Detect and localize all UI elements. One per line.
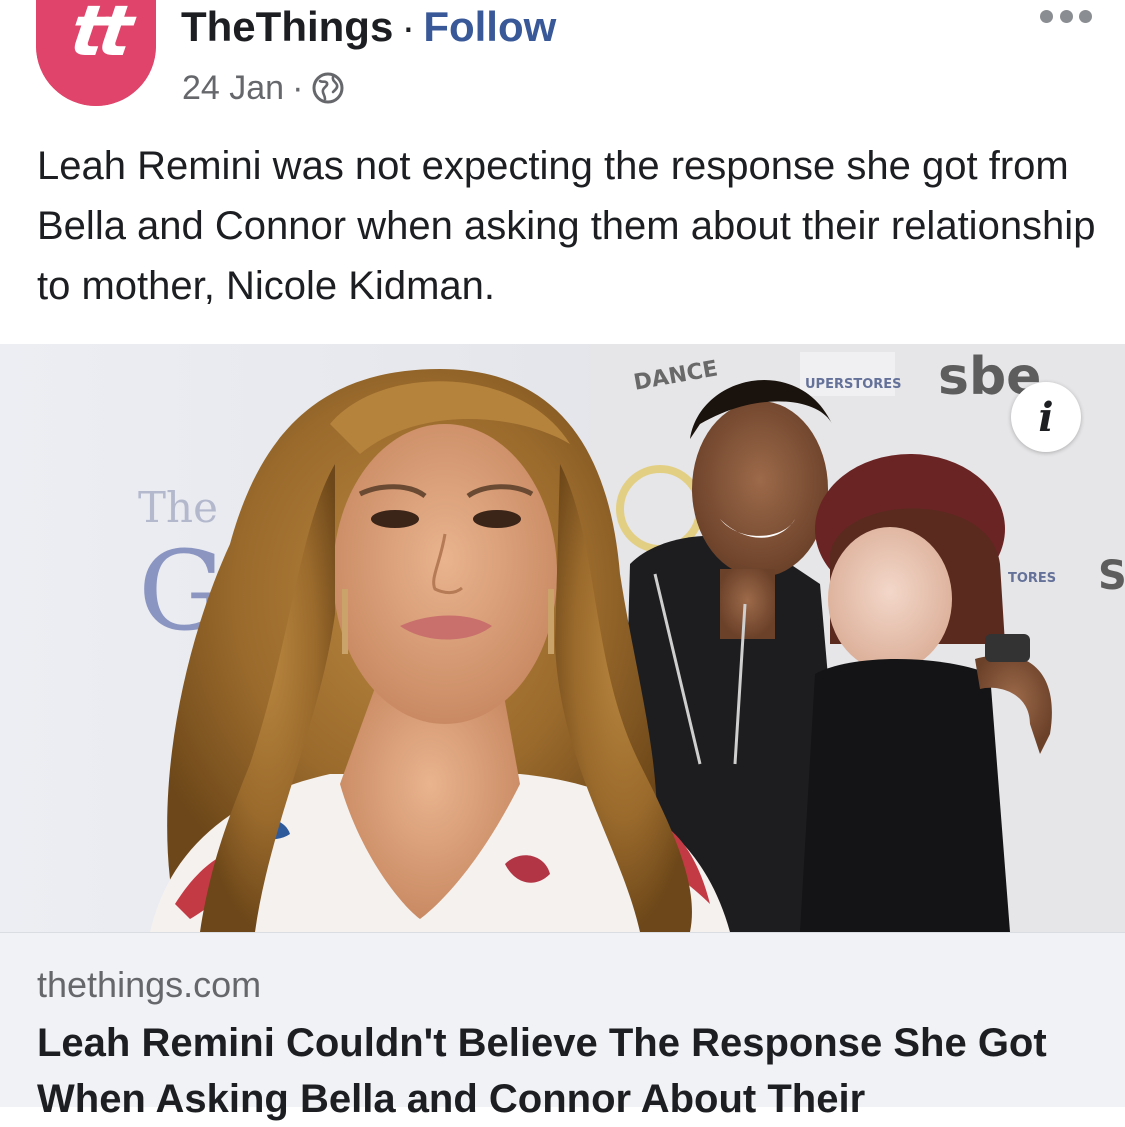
link-preview-footer[interactable]: thethings.com Leah Remini Couldn't Belie…: [0, 932, 1125, 1121]
link-preview-image[interactable]: The G UPERSTORES sbe DANCE TORES S: [0, 344, 1125, 932]
svg-text:TORES: TORES: [1008, 571, 1056, 586]
page-name-link[interactable]: TheThings: [181, 3, 393, 50]
more-dot: [1059, 9, 1073, 23]
svg-text:The: The: [138, 483, 218, 532]
svg-text:UPERSTORES: UPERSTORES: [805, 377, 902, 392]
facebook-post: tt TheThings · Follow 24 Jan · Leah Remini…: [0, 0, 1125, 1121]
follow-button[interactable]: Follow: [423, 3, 556, 50]
thethings-logo: tt: [65, 0, 133, 72]
globe-icon: [312, 72, 344, 104]
post-caption: Leah Remini was not expecting the respon…: [37, 144, 1096, 308]
meta-separator: ·: [292, 69, 304, 107]
post-header-title: TheThings · Follow: [181, 2, 556, 52]
post-meta: 24 Jan ·: [182, 66, 345, 110]
info-glyph: i: [1038, 393, 1054, 441]
more-dot: [1040, 9, 1053, 23]
header-separator: ·: [401, 3, 416, 50]
info-icon[interactable]: i: [1011, 382, 1081, 452]
more-dot: [1079, 9, 1092, 23]
svg-text:S: S: [1098, 553, 1125, 599]
link-domain: thethings.com: [37, 964, 262, 1005]
page-avatar[interactable]: tt: [36, 0, 156, 106]
link-title[interactable]: Leah Remini Couldn't Believe The Respons…: [37, 1015, 1097, 1127]
celebrity-photo: The G UPERSTORES sbe DANCE TORES S: [0, 344, 1125, 932]
more-options-icon[interactable]: [1040, 6, 1092, 26]
post-date[interactable]: 24 Jan: [182, 66, 284, 110]
